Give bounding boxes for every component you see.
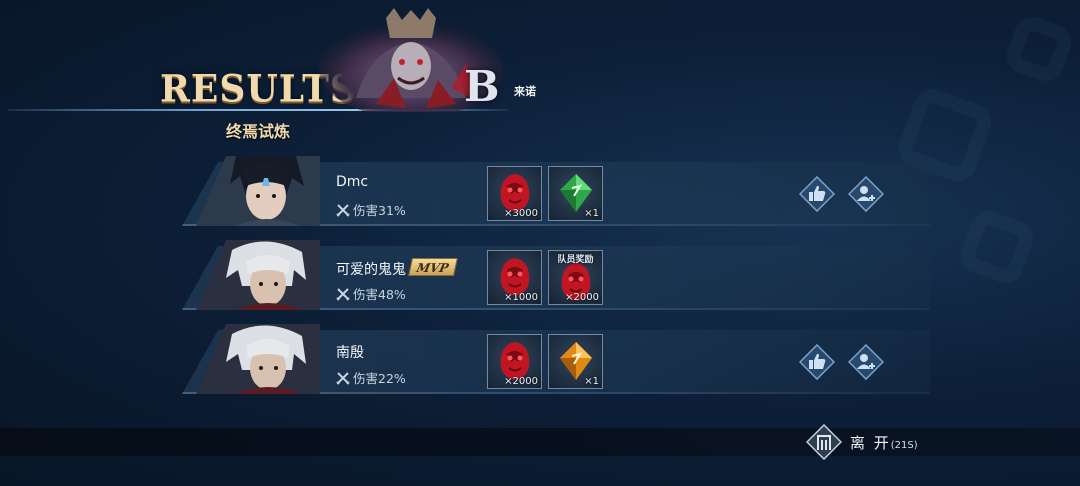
reward-quantity: ×1 <box>584 208 599 219</box>
reward-quantity: ×3000 <box>504 208 538 219</box>
reward-slot[interactable]: ×1 <box>548 334 603 389</box>
player-name-text: 南殷 <box>336 345 364 361</box>
damage-text: 伤害31% <box>353 203 406 218</box>
reward-slot[interactable]: 队员奖励 ×2000 <box>548 250 603 305</box>
stage-name: 终焉试炼 <box>226 122 291 141</box>
damage-share: 伤害48% <box>336 284 406 303</box>
leave-button[interactable]: 离 开(21S) <box>806 424 936 460</box>
player-name: Dmc <box>336 174 368 190</box>
reward-slot[interactable]: ×3000 <box>487 166 542 221</box>
player-name-text: 可爱的鬼鬼 <box>336 262 406 278</box>
reward-quantity: ×2000 <box>504 376 538 387</box>
leave-text: 离 开 <box>850 434 891 452</box>
leave-countdown: (21S) <box>890 440 918 451</box>
reward-quantity: ×1000 <box>504 292 538 303</box>
reward-quantity: ×2000 <box>565 292 599 303</box>
reward-slot[interactable]: ×1000 <box>487 250 542 305</box>
crossed-swords-icon <box>336 288 350 301</box>
thumbs-up-button[interactable] <box>799 176 835 212</box>
damage-text: 伤害22% <box>353 371 406 386</box>
crossed-swords-icon <box>336 372 350 385</box>
player-avatar <box>196 324 320 394</box>
reward-quantity: ×1 <box>584 376 599 387</box>
damage-share: 伤害22% <box>336 368 406 387</box>
reward-slot[interactable]: ×2000 <box>487 334 542 389</box>
player-name: 南殷 <box>336 342 364 362</box>
player-avatar <box>196 156 320 226</box>
team-reward-tag: 队员奖励 <box>557 255 594 265</box>
reward-slot[interactable]: ×1 <box>548 166 603 221</box>
player-name-text: Dmc <box>336 174 369 190</box>
damage-text: 伤害48% <box>353 287 406 302</box>
background-decoration <box>1001 11 1077 87</box>
background-decoration <box>955 205 1039 289</box>
damage-share: 伤害31% <box>336 200 406 219</box>
boss-name: 来诺 <box>514 85 536 98</box>
player-name: 可爱的鬼鬼 MVP <box>336 258 458 279</box>
add-friend-button[interactable] <box>848 176 884 212</box>
player-avatar <box>196 240 320 310</box>
crossed-swords-icon <box>336 204 350 217</box>
add-friend-button[interactable] <box>848 344 884 380</box>
mvp-badge: MVP <box>408 258 458 276</box>
leave-label: 离 开(21S) <box>850 432 918 453</box>
player-row: 可爱的鬼鬼 MVP 伤害48% ×1000 队员奖励 ×2000 <box>182 246 930 310</box>
player-row: Dmc 伤害31% ×3000 ×1 <box>182 162 930 226</box>
player-row: 南殷 伤害22% ×2000 ×1 <box>182 330 930 394</box>
exit-gate-icon <box>806 424 842 460</box>
grade-letter: B <box>464 62 500 111</box>
thumbs-up-button[interactable] <box>799 344 835 380</box>
